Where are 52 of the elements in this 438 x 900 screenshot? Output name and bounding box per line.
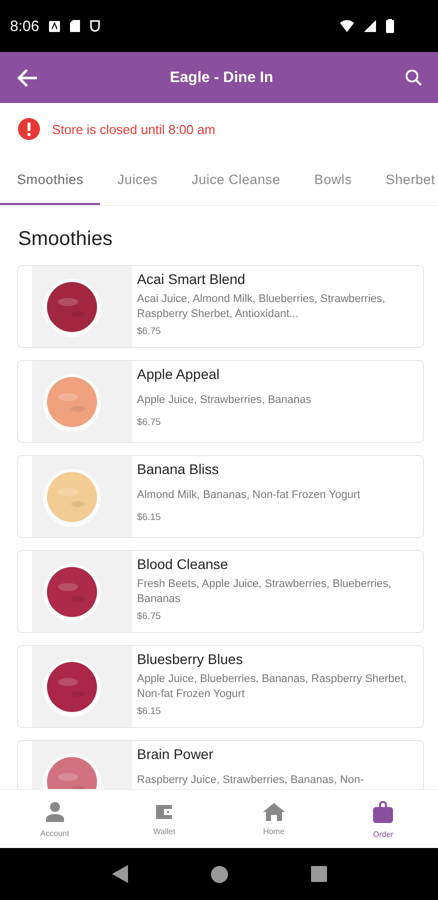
product-name: Brain Power (137, 746, 214, 762)
product-name: Banana Bliss (137, 461, 220, 477)
category-tab[interactable]: Bowls (297, 155, 369, 205)
product-card[interactable]: Blood Cleanse Fresh Beets, Apple Juice, Strawberries, Blueberries, Bananas $6.75 (17, 550, 424, 633)
product-name: Acai Smart Blend (137, 271, 246, 287)
section-title: Smoothies (18, 228, 114, 251)
recents-icon[interactable] (310, 866, 326, 882)
home-icon (262, 802, 285, 820)
signal-icon (364, 20, 376, 32)
product-description: Acai Juice, Almond Milk, Blueberries, Strawberries, Raspberry Sherbet, Antioxidant... (137, 292, 386, 322)
person-icon (44, 800, 65, 822)
category-tab[interactable]: Sherbet (368, 155, 438, 205)
home-icon[interactable] (210, 866, 228, 882)
product-card[interactable]: Apple Appeal Apple Juice, Strawberries, Bananas $6.75 (17, 360, 424, 443)
window-title: Eagle - Dine In (168, 69, 274, 86)
wifi-icon (340, 20, 354, 32)
product-price: $6.75 (137, 326, 162, 337)
nav-tab[interactable]: Account (0, 790, 110, 848)
category-tab[interactable]: Juices (100, 155, 175, 205)
shopping-bag-icon (371, 800, 396, 824)
product-description: Raspberry Juice, Strawberries, Bananas, Non- (137, 772, 365, 788)
category-tab[interactable]: Juice Cleanse (174, 155, 298, 205)
product-price: $6.75 (137, 417, 162, 428)
product-description: Almond Milk, Bananas, Non-fat Frozen Yogurt (137, 488, 362, 502)
product-description: Apple Juice, Strawberries, Bananas (137, 392, 312, 408)
wallet-icon (155, 802, 174, 820)
product-description: Apple Juice, Blueberries, Bananas, Raspberry Sherbet, Non-fat Frozen Yogurt (137, 672, 408, 702)
back-arrow-icon (16, 68, 38, 88)
nav-tab[interactable]: Order (328, 790, 438, 848)
status-time: 8:06 (10, 18, 40, 34)
search-icon (405, 69, 422, 86)
product-card[interactable]: Bluesberry Blues Apple Juice, Blueberries, Bananas, Raspberry Sherbet, Non-fat Frozen Yogurt $6.15 (17, 645, 424, 728)
back-icon[interactable] (112, 865, 128, 883)
product-card[interactable]: Acai Smart Blend Acai Juice, Almond Milk, Blueberries, Strawberries, Raspberry Sherbet, Antioxidant... $6.75 (17, 265, 424, 348)
product-description: Fresh Beets, Apple Juice, Strawberries, Blueberries, Bananas (137, 577, 392, 607)
product-name: Apple Appeal (137, 366, 221, 382)
product-name: Bluesberry Blues (137, 651, 244, 667)
notification-icon (49, 20, 60, 32)
product-card[interactable]: Brain Power Raspberry Juice, Strawberries, Bananas, Non- (17, 740, 424, 789)
product-price: $6.75 (137, 611, 162, 622)
shield-icon (90, 20, 100, 32)
alert-icon (18, 118, 40, 140)
category-tab[interactable]: Smoothies (0, 155, 100, 205)
nav-tab[interactable]: Wallet (110, 790, 219, 848)
product-name: Blood Cleanse (137, 556, 230, 572)
battery-icon (386, 19, 394, 33)
alert-message: Store is closed until 8:00 am (52, 122, 216, 136)
product-price: $6.15 (137, 512, 162, 523)
sd-card-icon (70, 20, 80, 32)
nav-tab[interactable]: Home (219, 790, 328, 848)
product-card[interactable]: Banana Bliss Almond Milk, Bananas, Non-fat Frozen Yogurt $6.15 (17, 455, 424, 538)
product-price: $6.15 (137, 706, 162, 717)
